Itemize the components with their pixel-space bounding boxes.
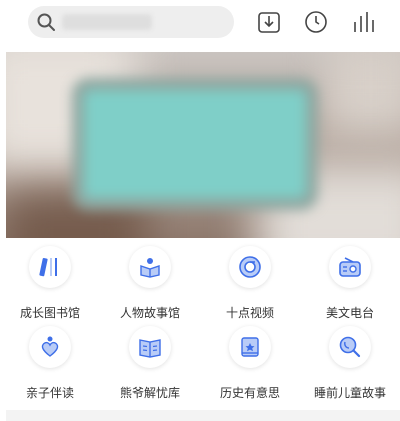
- banner-carousel[interactable]: [6, 52, 400, 238]
- open-book-icon: [139, 339, 161, 358]
- search-bar[interactable]: [28, 6, 234, 38]
- category-icon-circle: [129, 246, 171, 288]
- video-disc-icon: [239, 256, 261, 278]
- top-bar: [0, 0, 400, 48]
- category-icon-circle: [229, 326, 271, 368]
- search-icon: [37, 13, 55, 31]
- category-label: 成长图书馆: [19, 306, 80, 320]
- history-book-icon: [241, 337, 259, 357]
- section-divider: [6, 410, 400, 421]
- category-essay-radio[interactable]: 美文电台: [300, 246, 400, 326]
- radio-icon: [339, 257, 361, 277]
- bar-chart-icon: [354, 12, 374, 32]
- category-label: 美文电台: [325, 306, 374, 320]
- category-label: 睡前儿童故事: [313, 386, 386, 400]
- category-label: 历史有意思: [219, 386, 280, 400]
- category-icon-circle: [29, 326, 71, 368]
- category-growth-library[interactable]: 成长图书馆: [0, 246, 100, 326]
- category-label: 十点视频: [225, 306, 274, 320]
- moon-search-icon: [339, 336, 361, 358]
- category-icon-circle: [329, 246, 371, 288]
- category-icon-circle: [29, 246, 71, 288]
- history-button[interactable]: [304, 10, 328, 34]
- category-ten-video[interactable]: 十点视频: [200, 246, 300, 326]
- banner-bg-blur: [326, 52, 400, 132]
- category-parent-child[interactable]: 亲子伴读: [0, 326, 100, 406]
- category-label: 熊爷解忧库: [119, 386, 180, 400]
- category-history[interactable]: 历史有意思: [200, 326, 300, 406]
- books-icon: [39, 257, 57, 277]
- category-label: 亲子伴读: [25, 386, 74, 400]
- parent-child-heart-icon: [41, 336, 59, 357]
- search-placeholder: [62, 14, 152, 30]
- download-button[interactable]: [257, 10, 281, 34]
- banner-bg-blur: [6, 192, 146, 238]
- category-people-stories[interactable]: 人物故事馆: [100, 246, 200, 326]
- reading-person-icon: [140, 258, 160, 278]
- category-bedtime-stories[interactable]: 睡前儿童故事: [300, 326, 400, 406]
- banner-image: [84, 90, 306, 198]
- category-icon-circle: [329, 326, 371, 368]
- category-label: 人物故事馆: [119, 306, 180, 320]
- category-icon-circle: [129, 326, 171, 368]
- ranking-button[interactable]: [352, 10, 376, 34]
- clock-icon: [305, 11, 327, 33]
- category-bear-grandpa[interactable]: 熊爷解忧库: [100, 326, 200, 406]
- category-icon-circle: [229, 246, 271, 288]
- download-icon: [258, 12, 280, 33]
